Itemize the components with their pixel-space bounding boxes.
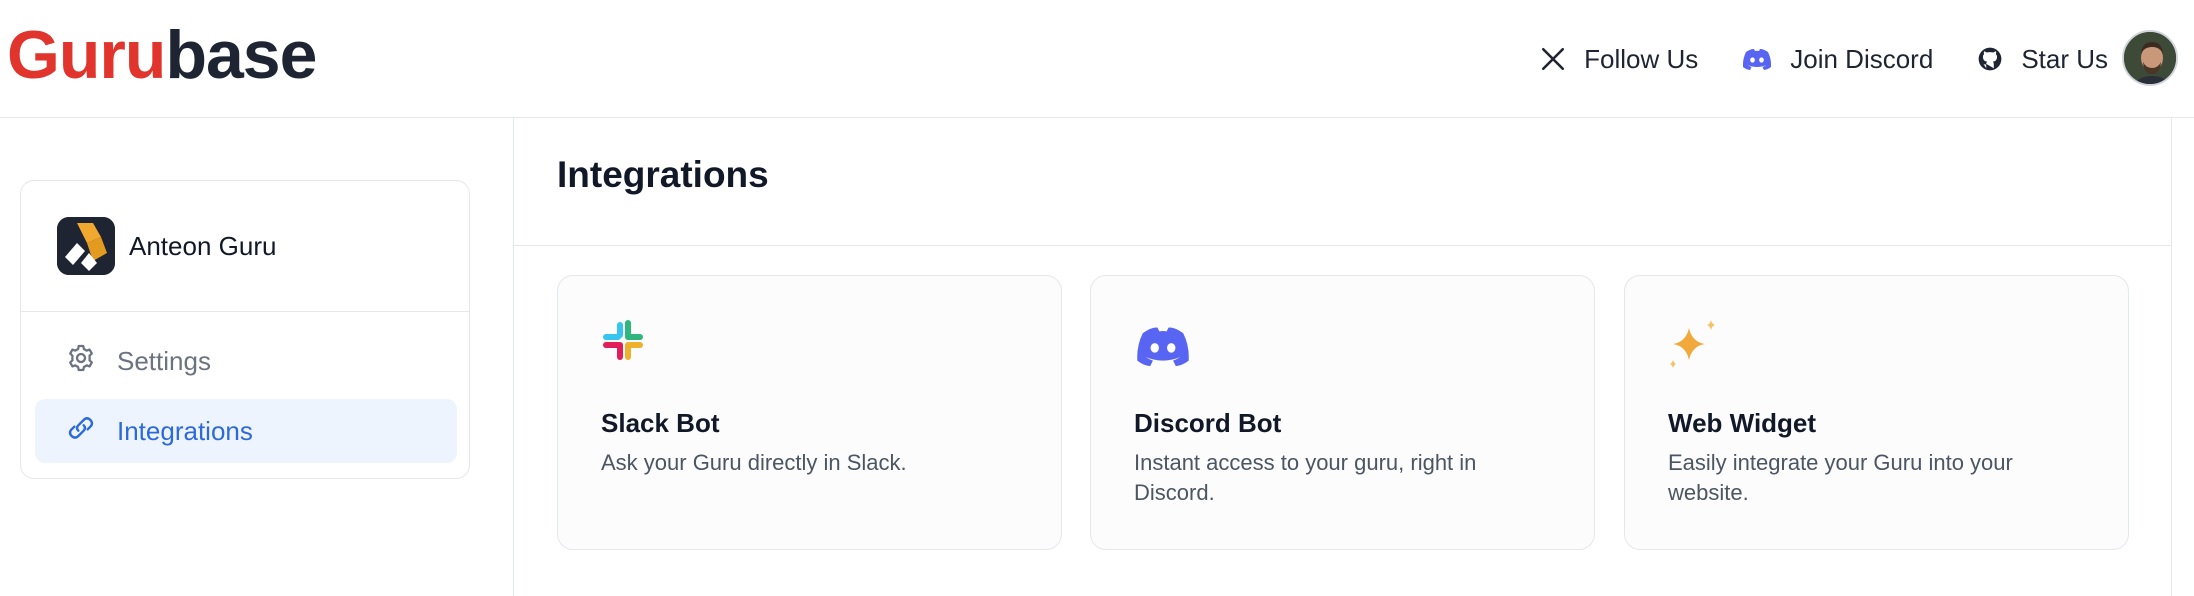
user-avatar[interactable] <box>2122 30 2178 86</box>
gurubase-logo[interactable]: Gurubase <box>7 14 317 96</box>
card-description: Instant access to your guru, right in Di… <box>1134 450 1477 505</box>
join-discord-label: Join Discord <box>1790 43 1934 74</box>
guru-header: Anteon Guru <box>21 181 469 312</box>
web-widget-card[interactable]: Web Widget Easily integrate your Guru in… <box>1624 275 2129 550</box>
logo-part-base: base <box>165 17 317 93</box>
sidebar-item-label: Integrations <box>117 415 253 446</box>
sparkle-icon <box>1665 316 1721 377</box>
discord-bot-card[interactable]: Discord Bot Instant access to your guru,… <box>1090 275 1595 550</box>
sidebar-item-integrations[interactable]: Integrations <box>35 399 457 463</box>
logo-part-guru: Guru <box>7 17 166 93</box>
follow-us-link[interactable]: Follow Us <box>1540 44 1698 75</box>
card-title: Discord Bot <box>1134 408 1282 438</box>
card-title: Web Widget <box>1668 408 1817 438</box>
title-divider <box>514 245 2171 246</box>
card-description: Ask your Guru directly in Slack. <box>601 450 907 475</box>
sidebar-item-settings[interactable]: Settings <box>35 329 457 393</box>
x-icon <box>1540 46 1566 72</box>
slack-icon <box>601 318 647 369</box>
right-divider <box>2171 118 2172 596</box>
discord-icon <box>1742 47 1772 71</box>
join-discord-link[interactable]: Join Discord <box>1742 44 1933 75</box>
sidebar-item-label: Settings <box>117 345 211 376</box>
follow-us-label: Follow Us <box>1584 43 1699 74</box>
main-divider <box>513 118 514 596</box>
star-us-label: Star Us <box>2021 43 2108 74</box>
guru-name: Anteon Guru <box>129 231 277 261</box>
card-description: Easily integrate your Guru into your web… <box>1668 450 2013 505</box>
gear-icon <box>65 342 97 381</box>
page-title: Integrations <box>557 154 769 195</box>
star-us-link[interactable]: Star Us <box>1977 44 2108 75</box>
top-nav: Follow Us Join Discord Star Us <box>1496 34 2108 84</box>
anteon-logo-icon <box>57 217 115 275</box>
card-title: Slack Bot <box>601 408 720 438</box>
guru-sidebar: Anteon Guru Settings Integrations <box>20 180 470 479</box>
top-bar: Gurubase Follow Us Join Discord Star Us <box>0 0 2194 118</box>
link-icon <box>65 412 97 451</box>
discord-icon <box>1134 324 1192 373</box>
slack-bot-card[interactable]: Slack Bot Ask your Guru directly in Slac… <box>557 275 1062 550</box>
github-icon <box>1977 46 2003 72</box>
